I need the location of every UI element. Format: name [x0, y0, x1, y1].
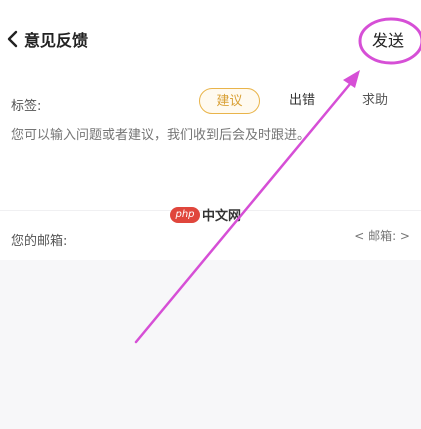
watermark-logo: php 中文网: [170, 205, 241, 224]
tag-suggestion[interactable]: 建议: [199, 88, 260, 114]
page-title: 意见反馈: [24, 31, 89, 50]
feedback-textarea[interactable]: [11, 124, 411, 204]
watermark-php-badge: php: [170, 206, 200, 223]
email-label: 您的邮箱:: [11, 234, 68, 249]
top-bar: 意见反馈 发送: [0, 0, 421, 72]
tag-help[interactable]: 求助: [345, 88, 405, 114]
tags-label: 标签:: [11, 99, 42, 114]
send-button[interactable]: 发送: [372, 27, 404, 51]
tag-error[interactable]: 出错: [272, 88, 332, 114]
chevron-left-icon: [4, 28, 22, 50]
back-button[interactable]: 意见反馈: [4, 24, 88, 54]
watermark-text: 中文网: [202, 209, 242, 224]
email-input[interactable]: [330, 229, 410, 243]
